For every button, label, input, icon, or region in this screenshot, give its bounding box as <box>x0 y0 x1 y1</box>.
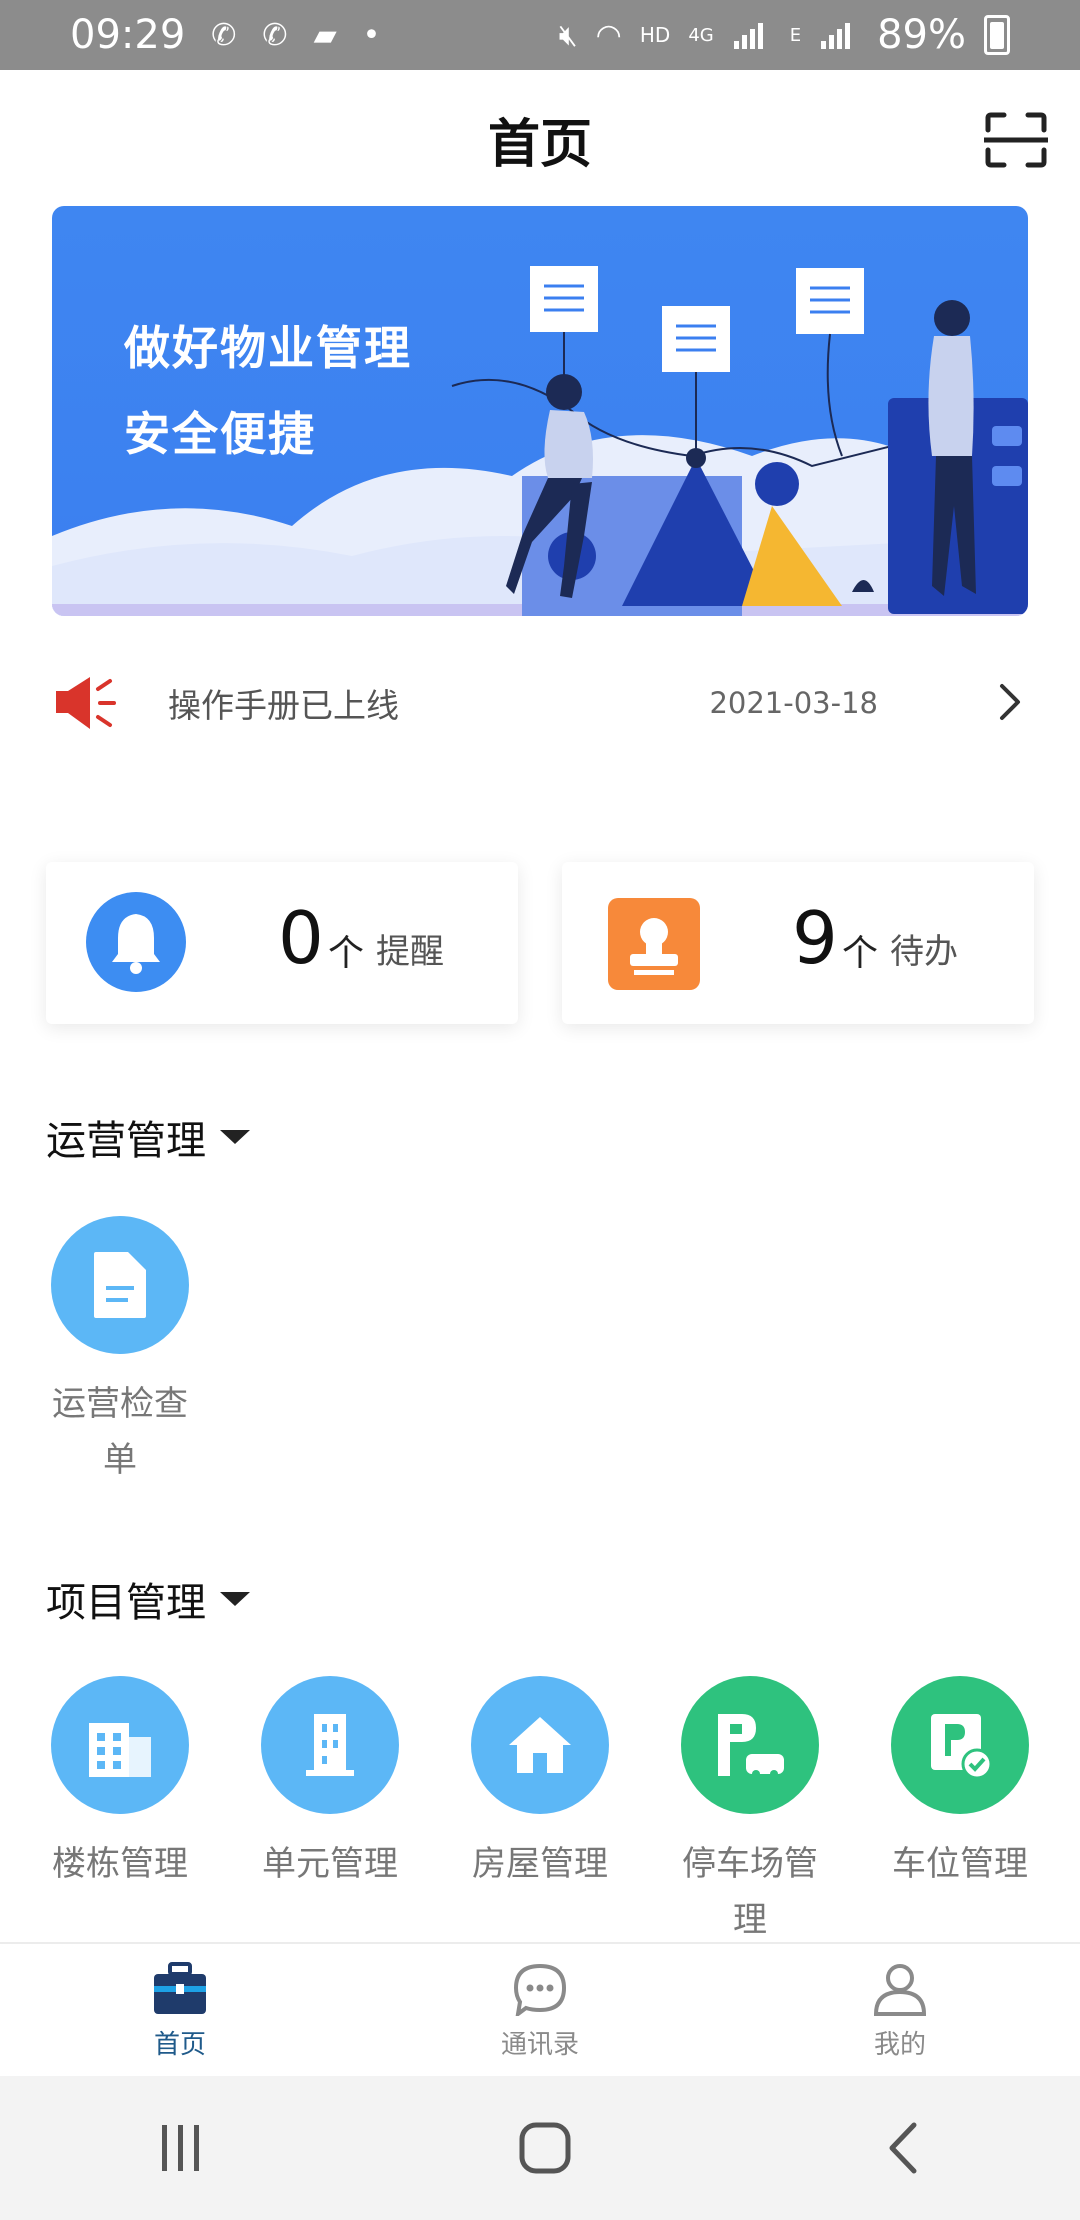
page-title: 首页 <box>487 114 592 175</box>
reminders-card[interactable]: 0 个 提醒 <box>46 862 518 1024</box>
reminders-label: 提醒 <box>376 932 444 972</box>
back-icon[interactable] <box>884 2121 924 2175</box>
todos-count: 9 <box>792 896 838 980</box>
todos-label: 待办 <box>890 932 958 972</box>
status-time: 09:29 <box>70 12 186 58</box>
battery-percent: 89% <box>877 12 966 58</box>
banner-headline: 做好物业管理 <box>124 321 412 375</box>
message-icon: ▰ <box>313 17 337 53</box>
megaphone-icon <box>56 677 116 729</box>
lte-label: 4G <box>688 24 714 46</box>
caret-down-icon <box>220 1130 250 1144</box>
grid-item-label: 房屋管理 <box>472 1844 608 1884</box>
call-sim2-icon: ✆ <box>262 17 288 53</box>
grid-item-buildings[interactable]: 楼栋管理 <box>20 1676 220 1892</box>
notice-text: 操作手册已上线 <box>168 686 399 725</box>
projects-section-toggle[interactable]: 项目管理 <box>46 1570 250 1628</box>
todos-card[interactable]: 9 个 待办 <box>562 862 1034 1024</box>
house-icon <box>471 1676 609 1814</box>
status-bar: 09:29 ✆ ✆ ▰ • 🔇︎ ◠ HD 4G E 89% <box>0 0 1080 70</box>
nav-label-home: 首页 <box>153 2030 206 2060</box>
todos-unit: 个 <box>842 933 879 974</box>
banner-subheadline: 安全便捷 <box>124 407 316 461</box>
nav-item-me[interactable]: 我的 <box>720 1944 1080 2076</box>
reminders-count: 0 <box>278 896 324 980</box>
call-sim1-icon: ✆ <box>211 17 237 53</box>
chevron-right-icon[interactable] <box>996 682 1024 722</box>
hd-label: HD <box>639 23 671 47</box>
caret-down-icon <box>220 1592 250 1606</box>
grid-item-parking-spaces[interactable]: 车位管理 <box>860 1676 1060 1892</box>
grid-item-houses[interactable]: 房屋管理 <box>440 1676 640 1892</box>
operations-section-title: 运营管理 <box>46 1118 206 1164</box>
promo-banner[interactable]: 做好物业管理 安全便捷 <box>52 206 1028 616</box>
reminders-unit: 个 <box>328 933 365 974</box>
grid-item-label: 单元管理 <box>262 1844 398 1884</box>
grid-item-parking-lots[interactable]: 停车场管 理 <box>650 1676 850 1948</box>
stamp-icon <box>608 898 700 990</box>
wifi-icon: ◠ <box>595 17 622 53</box>
notice-bar[interactable]: 操作手册已上线 2021-03-18 <box>52 660 1028 746</box>
parking-lot-icon <box>681 1676 819 1814</box>
buildings-icon <box>51 1676 189 1814</box>
document-icon <box>51 1216 189 1354</box>
bottom-nav: 首页 通讯录 我的 <box>0 1942 1080 2076</box>
system-nav-bar <box>0 2076 1080 2220</box>
signal2-icon <box>821 23 851 49</box>
notice-date: 2021-03-18 <box>709 686 878 720</box>
nav-label-me: 我的 <box>873 2030 926 2060</box>
grid-item-label: 车位管理 <box>892 1844 1028 1884</box>
grid-item-operation-checklist[interactable]: 运营检查 单 <box>20 1216 220 1488</box>
chat-bubble-icon <box>513 1963 567 2016</box>
projects-section-title: 项目管理 <box>46 1580 206 1626</box>
grid-item-units[interactable]: 单元管理 <box>230 1676 430 1892</box>
mute-icon: 🔇︎ <box>558 17 578 53</box>
bell-icon <box>86 892 186 992</box>
nav-item-home[interactable]: 首页 <box>0 1944 360 2076</box>
nav-label-contacts: 通讯录 <box>500 2030 579 2060</box>
operations-section-toggle[interactable]: 运营管理 <box>46 1108 250 1166</box>
user-icon <box>873 1964 927 2016</box>
recent-apps-icon[interactable] <box>156 2123 206 2173</box>
dot-icon: • <box>362 17 381 53</box>
grid-item-label: 运营检查 单 <box>52 1384 188 1480</box>
building-unit-icon <box>261 1676 399 1814</box>
lte2-label: E <box>789 24 802 46</box>
parking-space-icon <box>891 1676 1029 1814</box>
home-button-icon[interactable] <box>518 2121 572 2175</box>
nav-item-contacts[interactable]: 通讯录 <box>360 1944 720 2076</box>
scan-icon[interactable] <box>984 112 1048 168</box>
home-screen: 09:29 ✆ ✆ ▰ • 🔇︎ ◠ HD 4G E 89% 首页 做好物业管理… <box>0 0 1080 2220</box>
app-header: 首页 <box>0 70 1080 208</box>
grid-item-label: 楼栋管理 <box>52 1844 188 1884</box>
signal-icon <box>733 23 763 49</box>
grid-item-label: 停车场管 理 <box>682 1844 818 1940</box>
briefcase-icon <box>154 1962 206 2014</box>
battery-icon <box>984 15 1010 55</box>
